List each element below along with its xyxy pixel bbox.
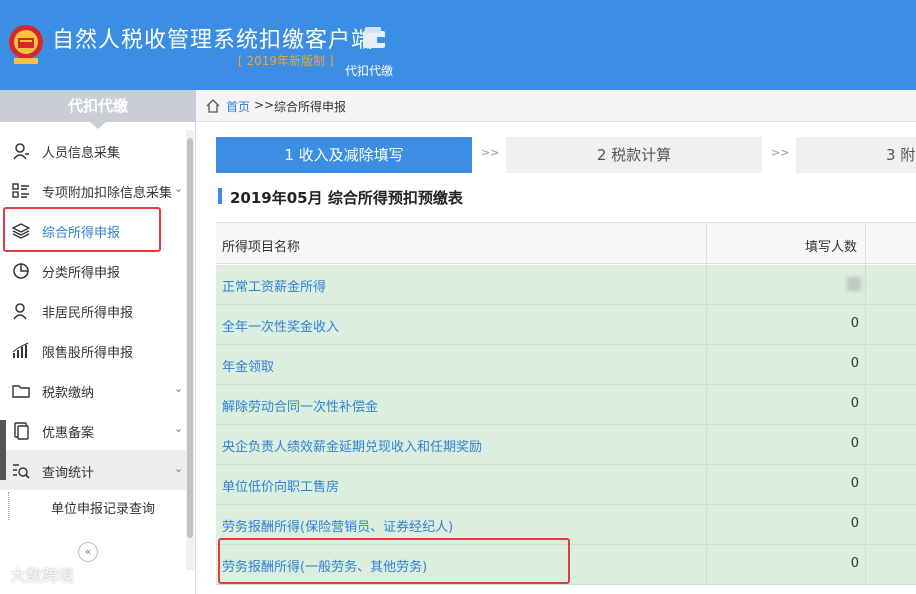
sidebar-subitem-unit-declaration-query[interactable]: 单位申报记录查询 — [8, 492, 186, 520]
table-row[interactable]: 劳务报酬所得(一般劳务、其他劳务) 0 — [216, 545, 916, 585]
header-count: 填写人数 — [804, 240, 857, 255]
sidebar-item-label: 综合所得申报 — [42, 226, 121, 241]
layers-icon — [12, 223, 30, 239]
row-name-link[interactable]: 正常工资薪金所得 — [222, 276, 326, 295]
sidebar-item-label: 非居民所得申报 — [42, 306, 134, 321]
collapse-sidebar-button[interactable]: « — [78, 542, 98, 562]
chevron-down-icon: ⌄ — [174, 462, 184, 475]
person-icon — [13, 143, 29, 160]
chevron-down-icon: ⌄ — [174, 182, 184, 195]
table-row[interactable]: 年金领取 0 — [216, 345, 916, 385]
app-version: [ 2019年新版制 ] — [238, 54, 334, 68]
scrollbar-thumb[interactable] — [187, 138, 193, 538]
sidebar-item-label: 专项附加扣除信息采集 — [42, 186, 173, 201]
row-count-cell — [706, 265, 866, 305]
chevron-down-icon: ⌄ — [174, 422, 184, 435]
row-name-link[interactable]: 解除劳动合同一次性补偿金 — [222, 396, 378, 415]
row-name-link[interactable]: 劳务报酬所得(保险营销员、证券经纪人) — [222, 516, 453, 535]
list-icon — [12, 183, 29, 198]
row-name-link[interactable]: 劳务报酬所得(一般劳务、其他劳务) — [222, 556, 427, 575]
sidebar-item-label: 限售股所得申报 — [42, 346, 134, 361]
row-count-cell: 0 — [706, 385, 866, 425]
row-count-cell: 0 — [706, 505, 866, 545]
step-third[interactable]: 3 附 — [796, 137, 916, 173]
table-row[interactable]: 劳务报酬所得(保险营销员、证券经纪人) 0 — [216, 505, 916, 545]
app-title: 自然人税收管理系统扣缴客户端 — [52, 28, 375, 53]
section-accent-bar — [218, 188, 222, 204]
sidebar-heading: 代扣代缴 — [0, 90, 196, 129]
document-icon — [14, 422, 29, 440]
breadcrumb-home-link[interactable]: 首页 — [226, 98, 250, 115]
sidebar-item-restricted-stock-income[interactable]: 限售股所得申报 — [0, 330, 186, 370]
national-emblem-icon — [9, 25, 43, 64]
table-row[interactable]: 解除劳动合同一次性补偿金 0 — [216, 385, 916, 425]
table-row[interactable]: 全年一次性奖金收入 0 — [216, 305, 916, 345]
row-name-link[interactable]: 央企负责人绩效薪金延期兑现收入和任期奖励 — [222, 436, 482, 455]
bar-chart-icon — [12, 342, 29, 358]
folder-icon — [12, 385, 30, 398]
wallet-label[interactable]: 代扣代缴 — [345, 62, 393, 79]
watermark: 大数跨境 — [10, 566, 75, 585]
step-income-deduction[interactable]: 1 收入及减除填写 — [216, 137, 472, 173]
table-title: 2019年05月 综合所得预扣预缴表 — [230, 189, 463, 207]
table-row[interactable]: 单位低价向职工售房 0 — [216, 465, 916, 505]
sidebar-item-label: 优惠备案 — [42, 426, 95, 441]
table-row[interactable]: 央企负责人绩效薪金延期兑现收入和任期奖励 0 — [216, 425, 916, 465]
row-count: 0 — [850, 316, 859, 331]
table-row[interactable]: 正常工资薪金所得 — [216, 265, 916, 305]
breadcrumb-separator: >> — [254, 98, 275, 112]
row-count-cell: 0 — [706, 545, 866, 585]
row-count-cell: 0 — [706, 305, 866, 345]
sidebar-item-special-deduction[interactable]: 专项附加扣除信息采集 ⌄ — [0, 170, 186, 210]
person-icon — [13, 303, 27, 320]
step-arrow: >> — [481, 146, 500, 159]
header-income-item: 所得项目名称 — [222, 240, 301, 255]
row-count-cell: 0 — [706, 425, 866, 465]
step-arrow: >> — [771, 146, 790, 159]
sidebar-item-label: 人员信息采集 — [42, 146, 121, 161]
row-count: 0 — [850, 476, 859, 491]
row-name-link[interactable]: 全年一次性奖金收入 — [222, 316, 339, 335]
sidebar-item-person-info[interactable]: 人员信息采集 — [0, 130, 186, 170]
home-icon[interactable] — [206, 99, 220, 113]
income-table: 所得项目名称 填写人数 正常工资薪金所得 全年一次性奖金收入 0 年金领取 0 … — [216, 222, 916, 594]
wallet-icon[interactable] — [360, 24, 388, 52]
sidebar-item-classified-income[interactable]: 分类所得申报 — [0, 250, 186, 290]
row-name-link[interactable]: 单位低价向职工售房 — [222, 476, 339, 495]
row-count: 0 — [850, 396, 859, 411]
breadcrumb: 首页 >> 综合所得申报 — [196, 90, 916, 122]
sidebar-scrollbar[interactable] — [186, 130, 194, 570]
search-list-icon — [13, 464, 30, 479]
sidebar-item-query-statistics[interactable]: 查询统计 ⌄ — [0, 450, 186, 490]
sidebar-item-tax-payment[interactable]: 税款缴纳 ⌄ — [0, 370, 186, 410]
sidebar-item-label: 分类所得申报 — [42, 266, 121, 281]
row-name-link[interactable]: 年金领取 — [222, 356, 274, 375]
pie-chart-icon — [13, 263, 29, 279]
sidebar-item-nonresident-income[interactable]: 非居民所得申报 — [0, 290, 186, 330]
sidebar-subitem-label: 单位申报记录查询 — [51, 502, 156, 517]
step-tax-calculation[interactable]: 2 税款计算 — [506, 137, 762, 173]
chevron-down-icon: ⌄ — [174, 382, 184, 395]
sidebar: 代扣代缴 人员信息采集 专项附加扣除信息采集 ⌄ 综合所得申报 分类所得申报 非… — [0, 90, 196, 594]
row-count-cell: 0 — [706, 465, 866, 505]
row-count: 0 — [850, 436, 859, 451]
header-count-cell: 填写人数 — [706, 223, 866, 265]
row-count: 0 — [850, 556, 859, 571]
sidebar-item-comprehensive-income[interactable]: 综合所得申报 — [0, 210, 186, 250]
row-count-cell: 0 — [706, 345, 866, 385]
blurred-value — [847, 277, 861, 291]
sidebar-item-label: 税款缴纳 — [42, 386, 95, 401]
breadcrumb-current: 综合所得申报 — [274, 100, 347, 114]
window-edge — [0, 420, 6, 480]
table-header: 所得项目名称 填写人数 — [216, 222, 916, 265]
sidebar-item-label: 查询统计 — [42, 466, 95, 481]
app-header: 自然人税收管理系统扣缴客户端 [ 2019年新版制 ] 代扣代缴 — [0, 0, 916, 90]
sidebar-item-preferential-filing[interactable]: 优惠备案 ⌄ — [0, 410, 186, 450]
row-count: 0 — [850, 356, 859, 371]
row-count: 0 — [850, 516, 859, 531]
